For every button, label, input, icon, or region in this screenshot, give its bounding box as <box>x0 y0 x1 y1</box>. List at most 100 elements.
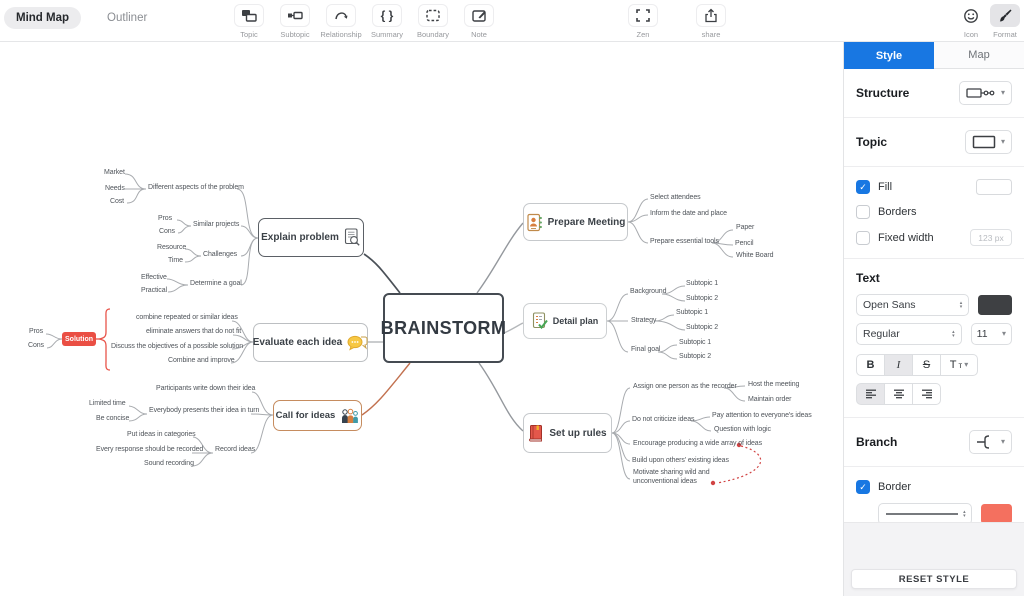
share-icon <box>696 4 726 27</box>
subtopic-market[interactable]: Market <box>104 169 125 178</box>
boundary-tool[interactable]: Boundary <box>410 4 456 39</box>
font-size-select[interactable]: 11 ▾ <box>971 323 1012 345</box>
subtopic-goal-subtopic-1[interactable]: Subtopic 1 <box>679 339 711 348</box>
branch-color-swatch[interactable] <box>981 504 1012 524</box>
subtopic-every-response[interactable]: Every response should be recorded <box>96 446 203 455</box>
align-center-icon <box>893 389 905 399</box>
note-tool[interactable]: Note <box>456 4 502 39</box>
subtopic-assign-recorder[interactable]: Assign one person as the recorder <box>633 383 737 392</box>
text-color-swatch[interactable] <box>978 295 1012 315</box>
subtopic-determine-goal[interactable]: Determine a goal <box>190 280 242 289</box>
relationship-tool[interactable]: Relationship <box>318 4 364 39</box>
italic-button[interactable]: I <box>884 354 913 376</box>
subtopic-solution-cons[interactable]: Cons <box>28 342 44 351</box>
subtopic-sound-recording[interactable]: Sound recording <box>144 460 194 469</box>
subtopic-no-criticize[interactable]: Do not criticize ideas <box>632 416 694 425</box>
strikethrough-button[interactable]: S <box>912 354 941 376</box>
tab-style[interactable]: Style <box>844 42 934 69</box>
text-case-button[interactable]: Tт ▾ <box>940 354 978 376</box>
subtopic-practical[interactable]: Practical <box>141 287 167 296</box>
subtopic-resource[interactable]: Resource <box>157 244 186 253</box>
branch-style-dropdown[interactable]: ▾ <box>969 430 1012 454</box>
rule-book-icon <box>528 424 544 443</box>
subtopic-tool[interactable]: Subtopic <box>272 4 318 39</box>
align-center-button[interactable] <box>884 383 913 405</box>
subtopic-goal-subtopic-2[interactable]: Subtopic 2 <box>679 353 711 362</box>
tab-mind-map[interactable]: Mind Map <box>4 7 81 29</box>
share-tool[interactable]: share <box>688 4 734 39</box>
subtopic-question-logic[interactable]: Question with logic <box>714 426 771 435</box>
subtopic-strategy[interactable]: Strategy <box>631 317 656 326</box>
align-right-button[interactable] <box>912 383 941 405</box>
reset-style-button[interactable]: RESET STYLE <box>851 569 1017 589</box>
subtopic-cons[interactable]: Cons <box>159 228 175 237</box>
subtopic-be-concise[interactable]: Be concise <box>96 415 129 424</box>
topic-tool[interactable]: Topic <box>226 4 272 39</box>
topic-evaluate-each-idea[interactable]: Evaluate each idea <box>253 323 368 362</box>
subtopic-final-goal[interactable]: Final goal <box>631 346 660 355</box>
subtopic-bg-subtopic-1[interactable]: Subtopic 1 <box>686 280 718 289</box>
subtopic-combine-improve[interactable]: Combine and improve <box>168 357 235 366</box>
subtopic-pros[interactable]: Pros <box>158 215 172 224</box>
subtopic-aspects[interactable]: Different aspects of the problem <box>148 184 244 193</box>
subtopic-white-board[interactable]: White Board <box>736 252 773 261</box>
subtopic-encourage-ideas[interactable]: Encourage producing a wide array of idea… <box>633 440 762 449</box>
subtopic-host-meeting[interactable]: Host the meeting <box>748 381 799 390</box>
subtopic-combine-repeated[interactable]: combine repeated or similar ideas <box>136 314 238 323</box>
subtopic-effective[interactable]: Effective <box>141 274 167 283</box>
subtopic-needs[interactable]: Needs <box>105 185 125 194</box>
subtopic-select-attendees[interactable]: Select attendees <box>650 194 701 203</box>
bold-button[interactable]: B <box>856 354 885 376</box>
tab-map[interactable]: Map <box>934 42 1024 69</box>
topic-prepare-meeting[interactable]: Prepare Meeting <box>523 203 628 241</box>
subtopic-eliminate-answers[interactable]: eliminate answers that do not fit <box>146 328 241 337</box>
subtopic-strategy-subtopic-1[interactable]: Subtopic 1 <box>676 309 708 318</box>
font-weight-select[interactable]: Regular ▴▾ <box>856 323 962 345</box>
tab-outliner[interactable]: Outliner <box>95 7 159 29</box>
subtopic-participants-write[interactable]: Participants write down their idea <box>156 385 255 394</box>
subtopic-prepare-tools[interactable]: Prepare essential tools <box>650 238 719 247</box>
root-topic[interactable]: BRAINSTORM <box>383 293 504 363</box>
structure-dropdown[interactable]: ▾ <box>959 81 1012 105</box>
subtopic-bg-subtopic-2[interactable]: Subtopic 2 <box>686 295 718 304</box>
stepper-icon: ▴▾ <box>963 510 966 518</box>
topic-set-up-rules[interactable]: Set up rules <box>523 413 612 453</box>
topic-detail-plan[interactable]: Detail plan <box>523 303 607 339</box>
align-left-button[interactable] <box>856 383 885 405</box>
border-checkbox[interactable]: ✓ <box>856 480 870 494</box>
subtopic-put-ideas[interactable]: Put ideas in categories <box>127 431 196 440</box>
mindmap-canvas[interactable]: BRAINSTORM Explain problem Evaluate each… <box>0 42 843 596</box>
summary-tool[interactable]: { } Summary <box>364 4 410 39</box>
topic-solution[interactable]: Solution <box>62 332 96 346</box>
fill-checkbox[interactable]: ✓ <box>856 180 870 194</box>
subtopic-time[interactable]: Time <box>168 257 183 266</box>
subtopic-solution-pros[interactable]: Pros <box>29 328 43 337</box>
subtopic-strategy-subtopic-2[interactable]: Subtopic 2 <box>686 324 718 333</box>
zen-tool[interactable]: Zen <box>620 4 666 39</box>
subtopic-inform-date-place[interactable]: Inform the date and place <box>650 210 727 219</box>
fixed-width-checkbox[interactable] <box>856 231 870 245</box>
fill-color-swatch[interactable] <box>976 179 1012 195</box>
fixed-width-input[interactable] <box>970 229 1012 246</box>
subtopic-limited-time[interactable]: Limited time <box>89 400 126 409</box>
subtopic-background[interactable]: Background <box>630 288 666 297</box>
subtopic-motivate-sharing[interactable]: Motivate sharing wild and unconventional… <box>633 469 751 487</box>
subtopic-maintain-order[interactable]: Maintain order <box>748 396 791 405</box>
subtopic-cost[interactable]: Cost <box>110 198 124 207</box>
subtopic-challenges[interactable]: Challenges <box>203 251 237 260</box>
topic-call-for-ideas[interactable]: Call for ideas <box>273 400 362 431</box>
subtopic-pencil[interactable]: Pencil <box>735 240 753 249</box>
icon-panel-tool[interactable]: Icon <box>954 4 988 39</box>
subtopic-discuss-objectives[interactable]: Discuss the objectives of a possible sol… <box>111 343 243 352</box>
font-family-select[interactable]: Open Sans ▴▾ <box>856 294 969 316</box>
subtopic-paper[interactable]: Paper <box>736 224 754 233</box>
subtopic-record-ideas[interactable]: Record ideas <box>215 446 255 455</box>
topic-explain-problem[interactable]: Explain problem <box>258 218 364 257</box>
subtopic-everybody-presents[interactable]: Everybody presents their idea in turn <box>149 407 259 416</box>
topic-shape-dropdown[interactable]: ▾ <box>965 130 1012 154</box>
format-panel-tool[interactable]: Format <box>988 4 1022 39</box>
subtopic-build-upon[interactable]: Build upon others' existing ideas <box>632 457 729 466</box>
subtopic-pay-attention[interactable]: Pay attention to everyone's ideas <box>712 412 812 421</box>
subtopic-similar-projects[interactable]: Similar projects <box>193 221 239 230</box>
borders-checkbox[interactable] <box>856 205 870 219</box>
